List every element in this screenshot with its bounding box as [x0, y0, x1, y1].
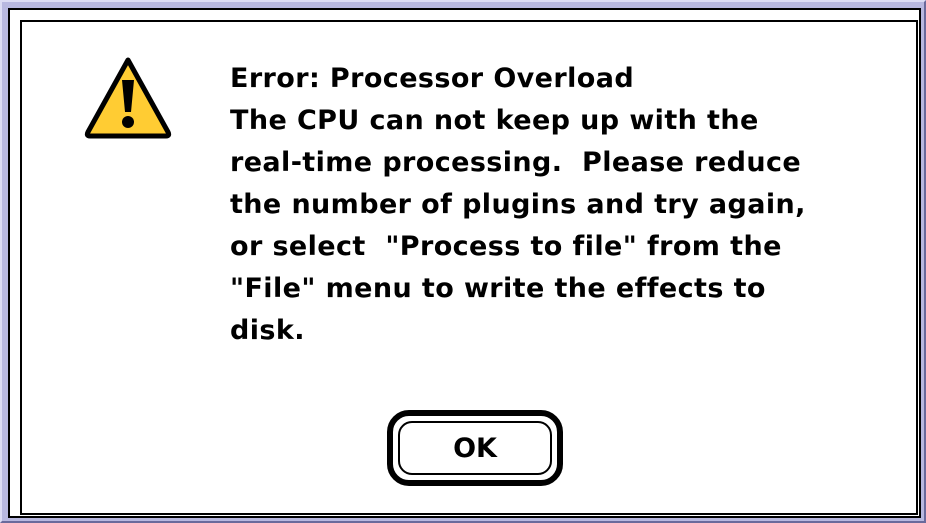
message-line: real-time processing. Please reduce [230, 147, 802, 178]
caution-icon [82, 54, 174, 140]
alert-title: Error: Processor Overload [230, 63, 635, 94]
alert-window: Error: Processor Overload The CPU can no… [0, 0, 926, 523]
message-line: or select "Process to file" from the [230, 231, 782, 262]
ok-button[interactable]: OK [398, 421, 552, 475]
default-button-ring: OK [387, 410, 563, 486]
message-line: "File" menu to write the effects to [230, 273, 766, 304]
alert-message: Error: Processor Overload The CPU can no… [230, 58, 910, 352]
message-line: the number of plugins and try again, [230, 189, 806, 220]
message-line: disk. [230, 315, 305, 346]
alert-dialog: Error: Processor Overload The CPU can no… [20, 20, 918, 515]
message-line: The CPU can not keep up with the [230, 105, 759, 136]
